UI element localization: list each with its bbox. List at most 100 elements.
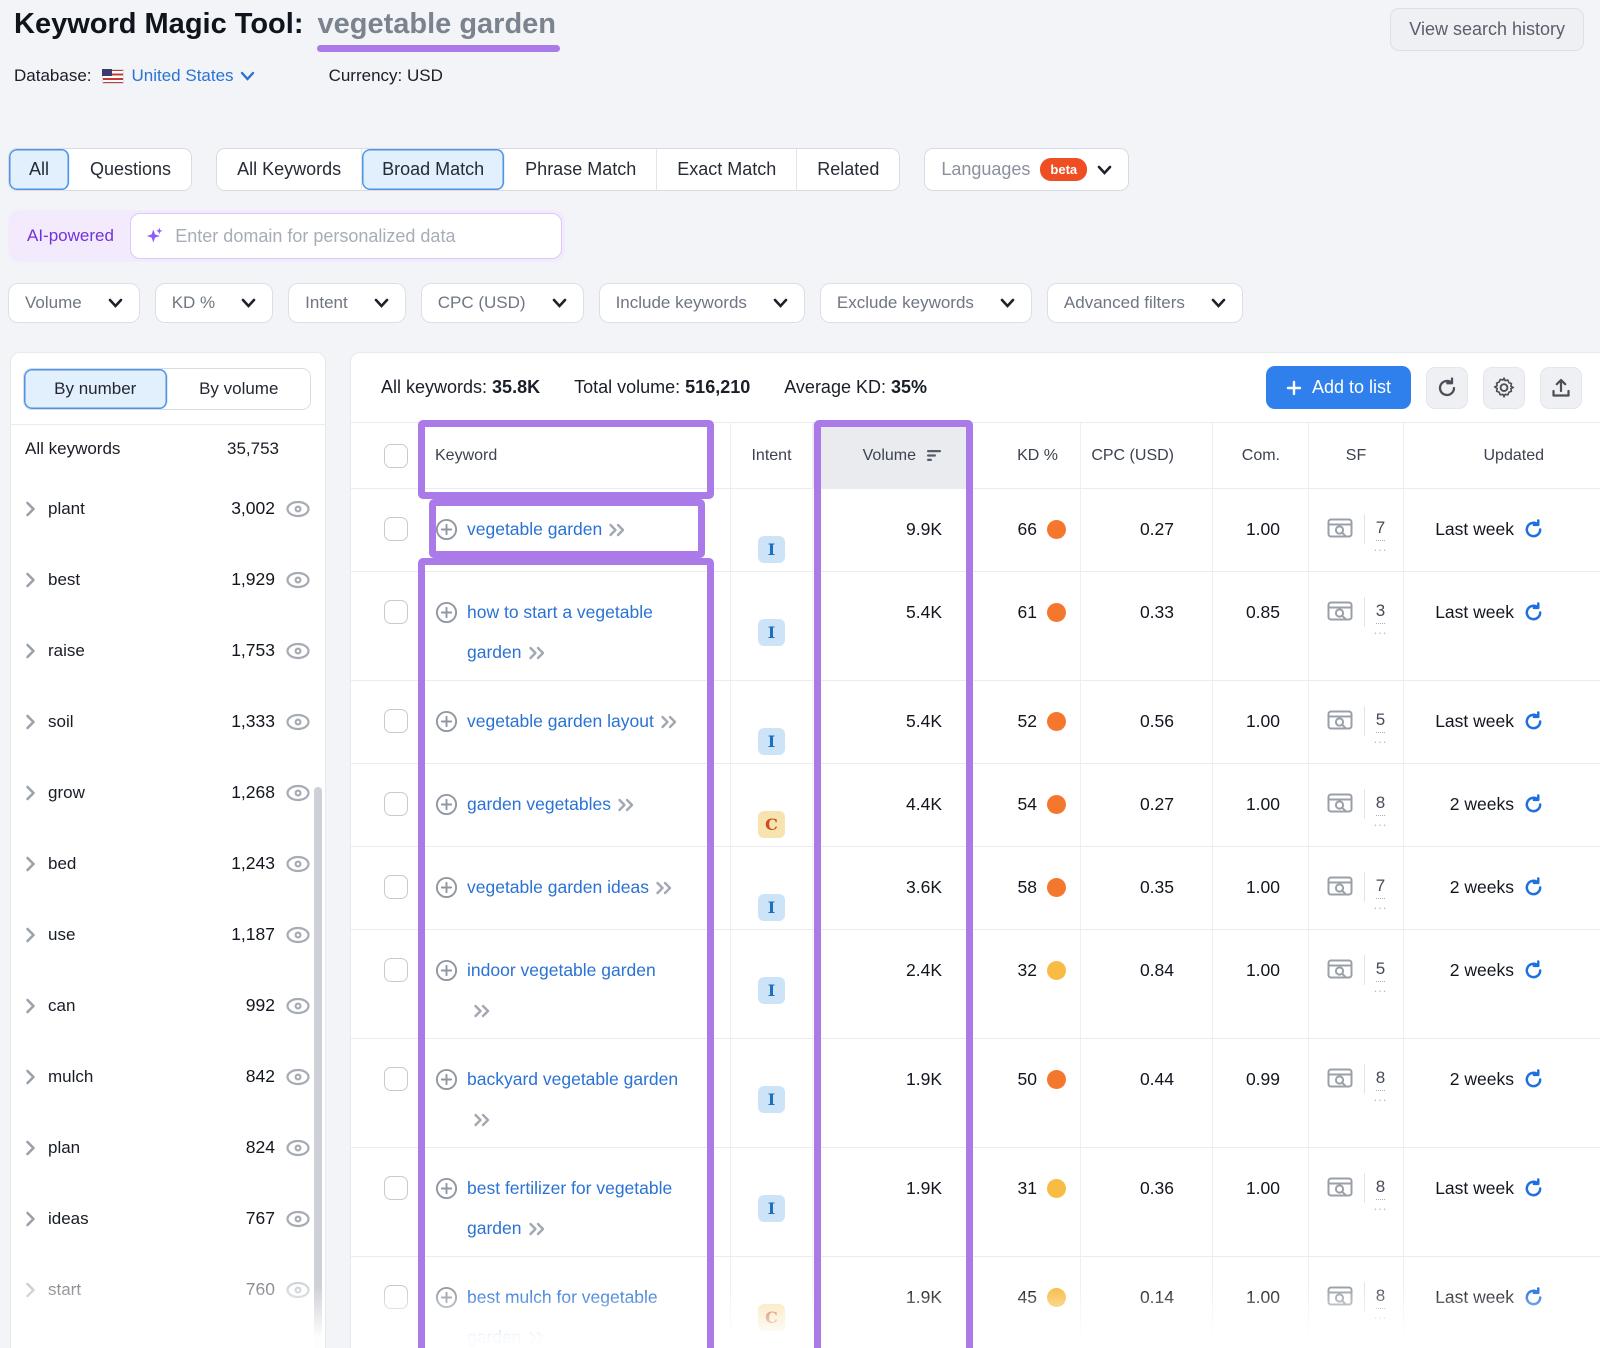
- add-keyword-icon[interactable]: [435, 710, 458, 733]
- row-checkbox[interactable]: [384, 875, 408, 899]
- row-checkbox[interactable]: [384, 958, 408, 982]
- filter-kd[interactable]: KD %: [155, 283, 273, 323]
- tab-questions[interactable]: Questions: [70, 149, 191, 190]
- add-keyword-icon[interactable]: [435, 1177, 458, 1200]
- sidebar-scrollbar[interactable]: [314, 787, 322, 1348]
- serp-features-count[interactable]: 8...: [1376, 1068, 1385, 1091]
- serp-features-count[interactable]: 5...: [1376, 959, 1385, 982]
- expand-keyword-icon[interactable]: [660, 715, 679, 729]
- intent-badge-i[interactable]: I: [758, 894, 785, 921]
- row-checkbox[interactable]: [384, 1067, 408, 1091]
- expand-keyword-icon[interactable]: [473, 1113, 492, 1127]
- view-search-history-button[interactable]: View search history: [1390, 8, 1584, 51]
- serp-preview-icon[interactable]: [1327, 710, 1353, 732]
- serp-preview-icon[interactable]: [1327, 1068, 1353, 1090]
- intent-badge-i[interactable]: I: [758, 977, 785, 1004]
- keyword-link[interactable]: vegetable garden ideas: [467, 867, 674, 907]
- serp-preview-icon[interactable]: [1327, 1177, 1353, 1199]
- add-keyword-icon[interactable]: [435, 793, 458, 816]
- eye-icon[interactable]: [285, 642, 311, 660]
- serp-features-count[interactable]: 8...: [1376, 1286, 1385, 1309]
- col-intent[interactable]: Intent: [751, 447, 791, 465]
- add-keyword-icon[interactable]: [435, 876, 458, 899]
- row-checkbox[interactable]: [384, 600, 408, 624]
- sidebar-group-bed[interactable]: bed1,243: [11, 828, 325, 899]
- eye-icon[interactable]: [285, 1068, 311, 1086]
- sidebar-group-ideas[interactable]: ideas767: [11, 1183, 325, 1254]
- keyword-link[interactable]: garden vegetables: [467, 784, 636, 824]
- expand-keyword-icon[interactable]: [528, 1222, 547, 1236]
- col-cpc[interactable]: CPC (USD): [1091, 447, 1174, 465]
- toggle-by-number[interactable]: By number: [24, 369, 168, 409]
- refresh-metrics-icon[interactable]: [1523, 1069, 1544, 1090]
- tab-related[interactable]: Related: [797, 149, 899, 190]
- eye-icon[interactable]: [285, 926, 311, 944]
- row-checkbox[interactable]: [384, 1285, 408, 1309]
- serp-preview-icon[interactable]: [1327, 876, 1353, 898]
- refresh-metrics-icon[interactable]: [1523, 711, 1544, 732]
- tab-all[interactable]: All: [9, 149, 70, 190]
- serp-features-count[interactable]: 7...: [1376, 876, 1385, 899]
- sidebar-group-raise[interactable]: raise1,753: [11, 615, 325, 686]
- select-all-checkbox[interactable]: [384, 444, 408, 468]
- refresh-metrics-icon[interactable]: [1523, 1287, 1544, 1308]
- expand-keyword-icon[interactable]: [528, 646, 547, 660]
- intent-badge-i[interactable]: I: [758, 728, 785, 755]
- intent-badge-c[interactable]: C: [758, 1304, 785, 1331]
- refresh-metrics-icon[interactable]: [1523, 960, 1544, 981]
- eye-icon[interactable]: [285, 784, 311, 802]
- add-keyword-icon[interactable]: [435, 601, 458, 624]
- sidebar-group-grow[interactable]: grow1,268: [11, 757, 325, 828]
- sidebar-group-use[interactable]: use1,187: [11, 899, 325, 970]
- keyword-link[interactable]: best fertilizer for vegetable garden: [467, 1168, 679, 1248]
- keyword-link[interactable]: vegetable garden: [467, 509, 627, 549]
- eye-icon[interactable]: [285, 571, 311, 589]
- keyword-link[interactable]: indoor vegetable garden: [467, 950, 679, 1030]
- keyword-link[interactable]: how to start a vegetable garden: [467, 592, 679, 672]
- expand-keyword-icon[interactable]: [528, 1331, 547, 1345]
- sidebar-group-soil[interactable]: soil1,333: [11, 686, 325, 757]
- serp-preview-icon[interactable]: [1327, 601, 1353, 623]
- sidebar-group-start[interactable]: start760: [11, 1254, 325, 1325]
- tab-all-keywords[interactable]: All Keywords: [217, 149, 362, 190]
- serp-preview-icon[interactable]: [1327, 1286, 1353, 1308]
- languages-dropdown[interactable]: Languages beta: [924, 148, 1129, 191]
- expand-keyword-icon[interactable]: [655, 881, 674, 895]
- filter-volume[interactable]: Volume: [8, 283, 140, 323]
- toggle-by-volume[interactable]: By volume: [168, 369, 311, 409]
- sidebar-group-best[interactable]: best1,929: [11, 544, 325, 615]
- filter-exclude-keywords[interactable]: Exclude keywords: [820, 283, 1032, 323]
- eye-icon[interactable]: [285, 855, 311, 873]
- eye-icon[interactable]: [285, 500, 311, 518]
- intent-badge-i[interactable]: I: [758, 619, 785, 646]
- keyword-link[interactable]: backyard vegetable garden: [467, 1059, 679, 1139]
- all-keywords-row[interactable]: All keywords 35,753: [11, 425, 325, 473]
- serp-features-count[interactable]: 3...: [1376, 601, 1385, 624]
- row-checkbox[interactable]: [384, 792, 408, 816]
- filter-advanced-filters[interactable]: Advanced filters: [1047, 283, 1243, 323]
- sidebar-group-can[interactable]: can992: [11, 970, 325, 1041]
- intent-badge-i[interactable]: I: [758, 1086, 785, 1113]
- serp-preview-icon[interactable]: [1327, 793, 1353, 815]
- add-keyword-icon[interactable]: [435, 1068, 458, 1091]
- serp-features-count[interactable]: 7...: [1376, 518, 1385, 541]
- col-sf[interactable]: SF: [1346, 447, 1366, 465]
- keyword-link[interactable]: vegetable garden layout: [467, 701, 679, 741]
- expand-keyword-icon[interactable]: [473, 1004, 492, 1018]
- eye-icon[interactable]: [285, 997, 311, 1015]
- filter-include-keywords[interactable]: Include keywords: [599, 283, 805, 323]
- intent-badge-i[interactable]: I: [758, 536, 785, 563]
- serp-preview-icon[interactable]: [1327, 518, 1353, 540]
- keyword-link[interactable]: best mulch for vegetable garden: [467, 1277, 679, 1348]
- serp-features-count[interactable]: 8...: [1376, 1177, 1385, 1200]
- serp-features-count[interactable]: 5...: [1376, 710, 1385, 733]
- refresh-metrics-icon[interactable]: [1523, 877, 1544, 898]
- refresh-metrics-icon[interactable]: [1523, 519, 1544, 540]
- eye-icon[interactable]: [285, 1139, 311, 1157]
- expand-keyword-icon[interactable]: [617, 798, 636, 812]
- eye-icon[interactable]: [285, 1281, 311, 1299]
- row-checkbox[interactable]: [384, 517, 408, 541]
- add-keyword-icon[interactable]: [435, 959, 458, 982]
- add-keyword-icon[interactable]: [435, 518, 458, 541]
- serp-features-count[interactable]: 8...: [1376, 793, 1385, 816]
